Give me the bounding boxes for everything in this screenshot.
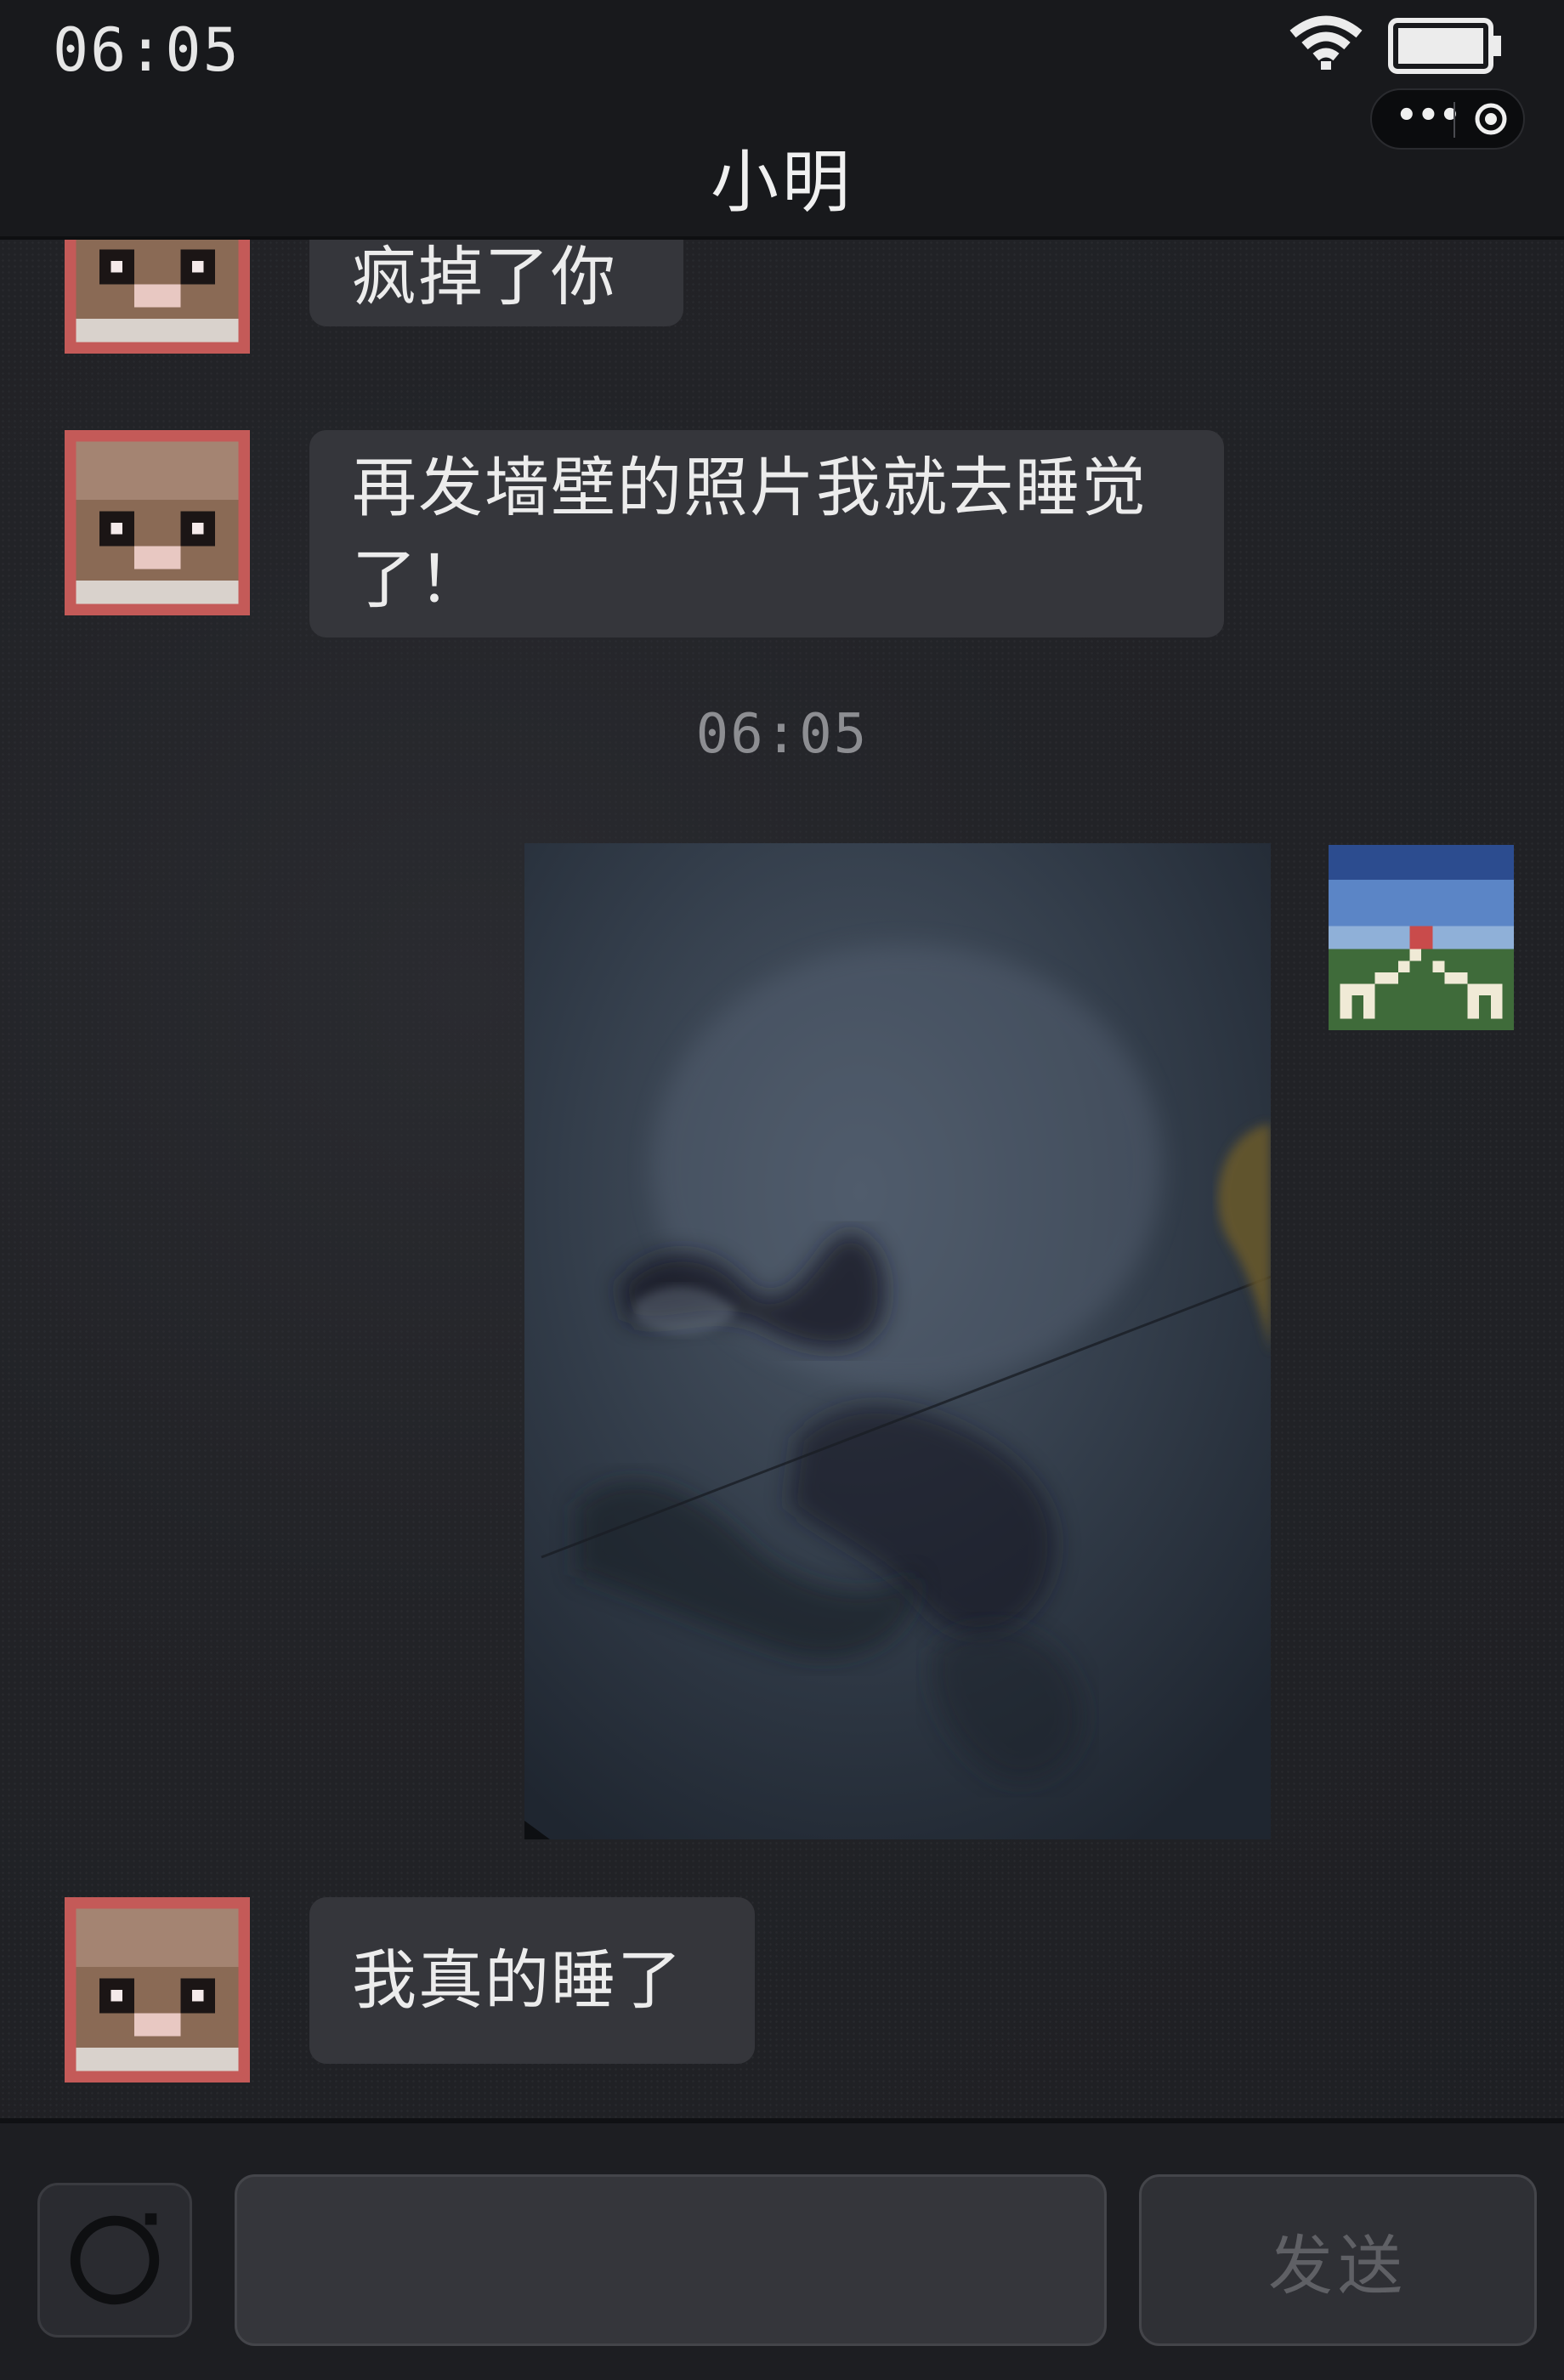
camera-icon [70, 2213, 160, 2305]
contact-avatar[interactable] [65, 240, 250, 354]
page-title: 小明 [711, 143, 853, 222]
message-bubble-received[interactable]: 再发墙壁的照片我就去睡觉了！ [309, 430, 1224, 638]
chat-message-list[interactable]: 疯掉了你 再发墙壁的照片我就去睡觉了！ 06:05 我真的睡了 [0, 240, 1564, 2118]
message-bubble-received[interactable]: 我真的睡了 [309, 1897, 755, 2064]
battery-icon [1387, 15, 1506, 76]
message-timestamp: 06:05 [695, 703, 869, 766]
status-time: 06:05 [53, 15, 241, 85]
wifi-icon [1288, 12, 1364, 71]
contact-avatar[interactable] [65, 430, 250, 615]
camera-button[interactable] [37, 2183, 192, 2338]
sent-photo-message[interactable] [524, 843, 1271, 1839]
contact-avatar[interactable] [65, 1897, 250, 2082]
input-bar: 发送 [0, 2118, 1564, 2380]
top-bar: 06:05 ••• 小明 [0, 0, 1564, 240]
send-button[interactable]: 发送 [1139, 2174, 1537, 2346]
message-input[interactable] [235, 2174, 1107, 2346]
message-bubble-received[interactable]: 疯掉了你 [309, 240, 683, 326]
self-avatar[interactable] [1329, 845, 1514, 1030]
